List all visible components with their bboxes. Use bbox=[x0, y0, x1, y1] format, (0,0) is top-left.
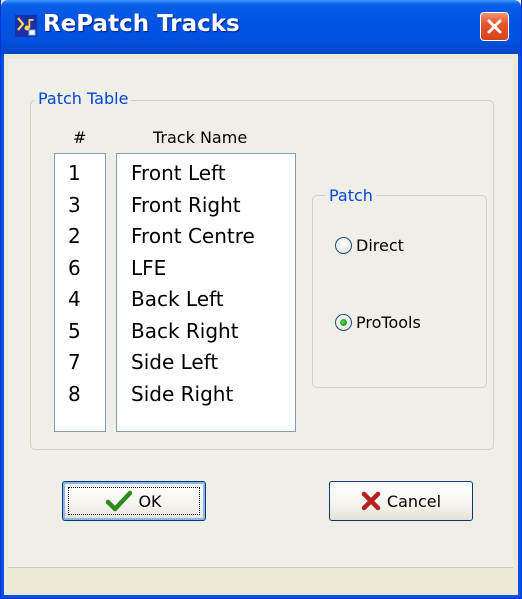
list-item[interactable]: Back Right bbox=[131, 319, 239, 343]
cancel-button-label: Cancel bbox=[386, 491, 442, 511]
patch-group-label: Patch bbox=[326, 186, 376, 205]
list-item[interactable]: 6 bbox=[68, 256, 81, 280]
radio-direct[interactable]: Direct bbox=[335, 236, 404, 255]
list-item[interactable]: 1 bbox=[68, 161, 81, 185]
list-item[interactable]: Side Right bbox=[131, 382, 233, 406]
patch-table-label: Patch Table bbox=[35, 89, 132, 108]
list-item[interactable]: Front Centre bbox=[131, 224, 255, 248]
list-item[interactable]: Back Left bbox=[131, 287, 224, 311]
list-item[interactable]: 3 bbox=[68, 193, 81, 217]
list-item[interactable]: Front Left bbox=[131, 161, 226, 185]
list-item[interactable]: Side Left bbox=[131, 350, 218, 374]
list-item[interactable]: Front Right bbox=[131, 193, 241, 217]
patch-group bbox=[312, 195, 487, 388]
app-icon bbox=[15, 15, 37, 37]
radio-selected-dot bbox=[340, 319, 347, 326]
radio-protools-label: ProTools bbox=[356, 313, 421, 332]
focus-rect bbox=[68, 487, 200, 515]
close-icon bbox=[487, 19, 502, 34]
column-header-track-name: Track Name bbox=[153, 128, 248, 147]
column-header-number: # bbox=[73, 128, 87, 147]
title-bar[interactable]: RePatch Tracks bbox=[1, 0, 521, 54]
status-bar bbox=[8, 567, 513, 592]
list-item[interactable]: LFE bbox=[131, 256, 166, 280]
window-title: RePatch Tracks bbox=[43, 11, 240, 37]
radio-button[interactable] bbox=[335, 314, 352, 331]
radio-direct-label: Direct bbox=[356, 236, 404, 255]
list-item[interactable]: 8 bbox=[68, 382, 81, 406]
radio-button[interactable] bbox=[335, 237, 352, 254]
close-button[interactable] bbox=[480, 12, 509, 41]
radio-protools[interactable]: ProTools bbox=[335, 313, 421, 332]
track-number-list[interactable]: 1 3 2 6 4 5 7 8 bbox=[54, 153, 106, 432]
ok-button[interactable]: OK bbox=[62, 481, 206, 521]
cancel-button[interactable]: Cancel bbox=[329, 481, 473, 521]
dialog-window: RePatch Tracks Patch Table # Track Name … bbox=[0, 0, 522, 599]
x-icon bbox=[361, 491, 381, 511]
list-item[interactable]: 2 bbox=[68, 224, 81, 248]
track-name-list[interactable]: Front Left Front Right Front Centre LFE … bbox=[116, 153, 296, 432]
list-item[interactable]: 7 bbox=[68, 350, 81, 374]
list-item[interactable]: 5 bbox=[68, 319, 81, 343]
list-item[interactable]: 4 bbox=[68, 287, 81, 311]
